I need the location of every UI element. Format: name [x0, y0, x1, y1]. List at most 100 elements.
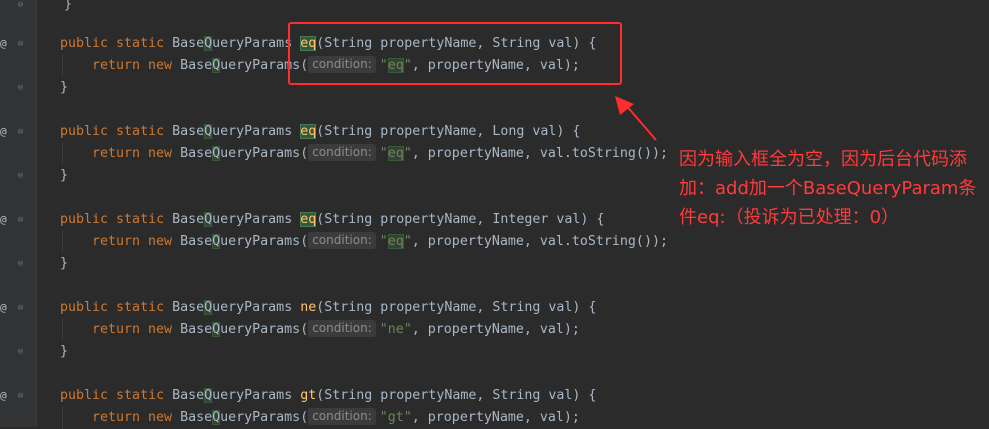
keyword: public [60, 212, 117, 227]
class-name-part: ueryParams [220, 322, 301, 337]
usage-highlight: Q [204, 124, 213, 139]
usage-highlight: Q [212, 322, 221, 337]
parameter-hint: condition: [308, 232, 376, 249]
class-name-part: ueryParams [212, 212, 293, 227]
string-literal: gt [387, 410, 404, 425]
usage-highlight: Q [204, 36, 213, 51]
method-params: (String propertyName, String val) { [316, 388, 597, 403]
usage-highlight: Q [204, 300, 213, 315]
annotation-text: 因为输入框全为空，因为后台代码添加：add加一个BaseQueryParam条件… [679, 149, 977, 228]
usage-highlight: Q [212, 234, 221, 249]
string-quote: " [403, 410, 412, 425]
class-name-part: Base [172, 388, 205, 403]
code-line[interactable]: return new BaseQueryParams(condition: "eq… [92, 143, 668, 165]
fold-icon[interactable]: ⊖ [16, 303, 25, 314]
code-line[interactable]: return new BaseQueryParams(condition: "eq… [92, 231, 668, 253]
keyword: static [116, 388, 173, 403]
string-quote: " [379, 410, 388, 425]
class-name-part: Base [180, 58, 213, 73]
paren: ( [300, 322, 309, 337]
annotation-marker-icon[interactable]: @ [0, 389, 10, 403]
string-quote: " [379, 146, 388, 161]
code-line[interactable]: public static BaseQueryParams gt(String … [60, 385, 596, 407]
fold-end-icon[interactable]: ⊖ [16, 83, 25, 94]
string-quote: " [379, 322, 388, 337]
method-params: (String propertyName, Long val) { [316, 124, 581, 139]
keyword: return [92, 322, 149, 337]
annotation-marker-icon[interactable]: @ [0, 213, 10, 227]
indent-guide [62, 407, 63, 429]
parameter-hint: condition: [308, 408, 376, 425]
keyword: public [60, 388, 117, 403]
indent-guide [62, 319, 63, 341]
string-quote: " [403, 322, 412, 337]
keyword: return [92, 234, 149, 249]
highlight-box [288, 22, 622, 85]
method-params: (String propertyName, String val) { [316, 300, 597, 315]
parameter-hint: condition: [308, 144, 376, 161]
keyword: public [60, 300, 117, 315]
keyword: static [116, 300, 173, 315]
keyword: static [116, 124, 173, 139]
class-name-part: Base [172, 36, 205, 51]
code-line[interactable]: return new BaseQueryParams(condition: "gt… [92, 407, 580, 429]
parameter-hint: condition: [308, 320, 376, 337]
string-quote: " [403, 146, 412, 161]
paren: ( [300, 234, 309, 249]
fold-icon[interactable]: ⊖ [16, 39, 25, 50]
class-name-part: Base [180, 234, 213, 249]
class-name-part: ueryParams [220, 146, 301, 161]
indent-guide [62, 143, 63, 165]
string-quote: " [403, 234, 412, 249]
code-line[interactable]: return new BaseQueryParams(condition: "ne… [92, 319, 580, 341]
call-args: , propertyName, val.toString()); [411, 146, 668, 161]
keyword: new [148, 322, 181, 337]
class-name-part: ueryParams [220, 234, 301, 249]
indent-guide [62, 231, 63, 253]
code-line[interactable]: public static BaseQueryParams ne(String … [60, 297, 596, 319]
paren: ( [300, 410, 309, 425]
code-line[interactable]: } [60, 341, 68, 363]
usage-highlight: Q [204, 212, 213, 227]
fold-end-icon[interactable]: ⊖ [16, 0, 25, 11]
code-line[interactable]: } [60, 77, 68, 99]
class-name-part: Base [172, 300, 205, 315]
brace: } [60, 168, 69, 183]
fold-end-icon[interactable]: ⊖ [16, 171, 25, 182]
code-line[interactable]: } [60, 253, 68, 275]
keyword: static [116, 212, 173, 227]
class-name-part: Base [172, 212, 205, 227]
class-name-part: ueryParams [212, 36, 293, 51]
call-args: , propertyName, val.toString()); [411, 234, 668, 249]
annotation-marker-icon[interactable]: @ [0, 37, 10, 51]
class-name-part: ueryParams [212, 388, 293, 403]
class-name-part: Base [180, 146, 213, 161]
keyword: new [148, 58, 181, 73]
method-name: ne [300, 300, 317, 315]
code-line[interactable]: } [64, 0, 72, 16]
usage-highlight: Q [204, 388, 213, 403]
method-params: (String propertyName, Integer val) { [316, 212, 605, 227]
fold-icon[interactable]: ⊖ [16, 391, 25, 402]
annotation-marker-icon[interactable]: @ [0, 301, 10, 315]
keyword: public [60, 36, 117, 51]
keyword: return [92, 58, 149, 73]
annotation-marker-icon[interactable]: @ [0, 125, 10, 139]
code-line[interactable]: } [60, 165, 68, 187]
code-line[interactable]: public static BaseQueryParams eq(String … [60, 121, 580, 143]
fold-icon[interactable]: ⊖ [16, 127, 25, 138]
paren: ( [300, 146, 309, 161]
fold-icon[interactable]: ⊖ [16, 215, 25, 226]
fold-end-icon[interactable]: ⊖ [16, 259, 25, 270]
class-name-part: Base [180, 410, 213, 425]
fold-end-icon[interactable]: ⊖ [16, 347, 25, 358]
usage-highlight: Q [212, 58, 221, 73]
code-line[interactable]: public static BaseQueryParams eq(String … [60, 209, 604, 231]
brace: } [60, 256, 69, 271]
call-args: , propertyName, val); [411, 410, 580, 425]
keyword: return [92, 146, 149, 161]
string-quote: " [379, 234, 388, 249]
class-name-part: ueryParams [212, 124, 293, 139]
class-name-part: ueryParams [212, 300, 293, 315]
call-args: , propertyName, val); [411, 322, 580, 337]
